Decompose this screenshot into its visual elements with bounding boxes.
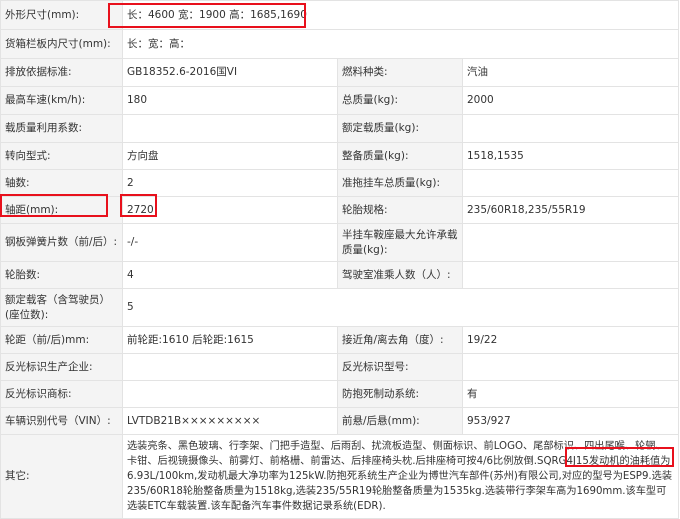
spec-value: 180	[122, 86, 338, 115]
spec-label: 反光标识型号:	[337, 353, 463, 381]
table-row: 外形尺寸(mm): 长：4600 宽：1900 高：1685,1690	[0, 0, 679, 30]
spec-value	[462, 114, 679, 143]
spec-table: 外形尺寸(mm): 长：4600 宽：1900 高：1685,1690 货箱栏板…	[0, 0, 679, 519]
spec-value: 有	[462, 380, 679, 408]
spec-label: 轮胎数:	[0, 261, 123, 289]
table-row: 钢板弹簧片数（前/后）: -/- 半挂车鞍座最大允许承载质量(kg):	[0, 223, 679, 262]
spec-value: 235/60R18,235/55R19	[462, 196, 679, 224]
spec-value	[462, 169, 679, 197]
spec-label: 燃料种类:	[337, 58, 463, 87]
spec-label: 半挂车鞍座最大允许承载质量(kg):	[337, 223, 463, 262]
spec-label: 货箱栏板内尺寸(mm):	[0, 29, 123, 59]
spec-value: 方向盘	[122, 142, 338, 170]
spec-value	[122, 114, 338, 143]
table-row: 轴数: 2 准拖挂车总质量(kg):	[0, 169, 679, 197]
vehicle-spec-page: 外形尺寸(mm): 长：4600 宽：1900 高：1685,1690 货箱栏板…	[0, 0, 680, 519]
spec-label: 总质量(kg):	[337, 86, 463, 115]
spec-value: 5	[122, 288, 679, 327]
spec-value	[462, 261, 679, 289]
spec-value: 长：宽：高：	[122, 29, 679, 59]
spec-label: 转向型式:	[0, 142, 123, 170]
spec-label: 反光标识商标:	[0, 380, 123, 408]
spec-value: 2	[122, 169, 338, 197]
table-row: 轮距（前/后)mm: 前轮距:1610 后轮距:1615 接近角/离去角（度）:…	[0, 326, 679, 354]
table-row: 车辆识别代号（VIN）: LVTDB21B××××××××× 前悬/后悬(mm)…	[0, 407, 679, 435]
spec-label: 轴数:	[0, 169, 123, 197]
table-row: 反光标识商标: 防抱死制动系统: 有	[0, 380, 679, 408]
spec-label: 反光标识生产企业:	[0, 353, 123, 381]
spec-label: 前悬/后悬(mm):	[337, 407, 463, 435]
spec-value: 2720	[122, 196, 338, 224]
table-row: 载质量利用系数: 额定载质量(kg):	[0, 114, 679, 143]
spec-value: -/-	[122, 223, 338, 262]
table-row: 转向型式: 方向盘 整备质量(kg): 1518,1535	[0, 142, 679, 170]
table-row: 反光标识生产企业: 反光标识型号:	[0, 353, 679, 381]
spec-label: 防抱死制动系统:	[337, 380, 463, 408]
spec-label: 轮距（前/后)mm:	[0, 326, 123, 354]
spec-value: 前轮距:1610 后轮距:1615	[122, 326, 338, 354]
table-row: 轮胎数: 4 驾驶室准乘人数（人）:	[0, 261, 679, 289]
table-row: 轴距(mm): 2720 轮胎规格: 235/60R18,235/55R19	[0, 196, 679, 224]
spec-value	[462, 223, 679, 262]
spec-value	[462, 353, 679, 381]
spec-label: 整备质量(kg):	[337, 142, 463, 170]
spec-value: 长：4600 宽：1900 高：1685,1690	[122, 0, 679, 30]
other-notes: 选装亮条、黑色玻璃、行李架、门把手造型、后雨刮、扰流板造型、侧面标识、前LOGO…	[122, 434, 679, 519]
spec-label: 车辆识别代号（VIN）:	[0, 407, 123, 435]
table-row: 最高车速(km/h): 180 总质量(kg): 2000	[0, 86, 679, 115]
spec-label: 钢板弹簧片数（前/后）:	[0, 223, 123, 262]
spec-value: LVTDB21B×××××××××	[122, 407, 338, 435]
spec-label: 额定载质量(kg):	[337, 114, 463, 143]
spec-value: 953/927	[462, 407, 679, 435]
spec-value	[122, 353, 338, 381]
spec-value	[122, 380, 338, 408]
other-label: 其它:	[0, 434, 123, 519]
spec-label: 排放依据标准:	[0, 58, 123, 87]
spec-value: 19/22	[462, 326, 679, 354]
spec-label: 驾驶室准乘人数（人）:	[337, 261, 463, 289]
spec-label: 外形尺寸(mm):	[0, 0, 123, 30]
table-row: 额定载客（含驾驶员）(座位数): 5	[0, 288, 679, 327]
table-row: 排放依据标准: GB18352.6-2016国VI 燃料种类: 汽油	[0, 58, 679, 87]
spec-label: 准拖挂车总质量(kg):	[337, 169, 463, 197]
spec-label: 轮胎规格:	[337, 196, 463, 224]
spec-value: 4	[122, 261, 338, 289]
spec-value: GB18352.6-2016国VI	[122, 58, 338, 87]
table-row: 货箱栏板内尺寸(mm): 长：宽：高：	[0, 29, 679, 59]
spec-value: 汽油	[462, 58, 679, 87]
table-row: 其它: 选装亮条、黑色玻璃、行李架、门把手造型、后雨刮、扰流板造型、侧面标识、前…	[0, 434, 679, 519]
spec-label: 最高车速(km/h):	[0, 86, 123, 115]
spec-label: 轴距(mm):	[0, 196, 123, 224]
spec-value: 1518,1535	[462, 142, 679, 170]
spec-label: 载质量利用系数:	[0, 114, 123, 143]
spec-label: 接近角/离去角（度）:	[337, 326, 463, 354]
spec-label: 额定载客（含驾驶员）(座位数):	[0, 288, 123, 327]
spec-value: 2000	[462, 86, 679, 115]
